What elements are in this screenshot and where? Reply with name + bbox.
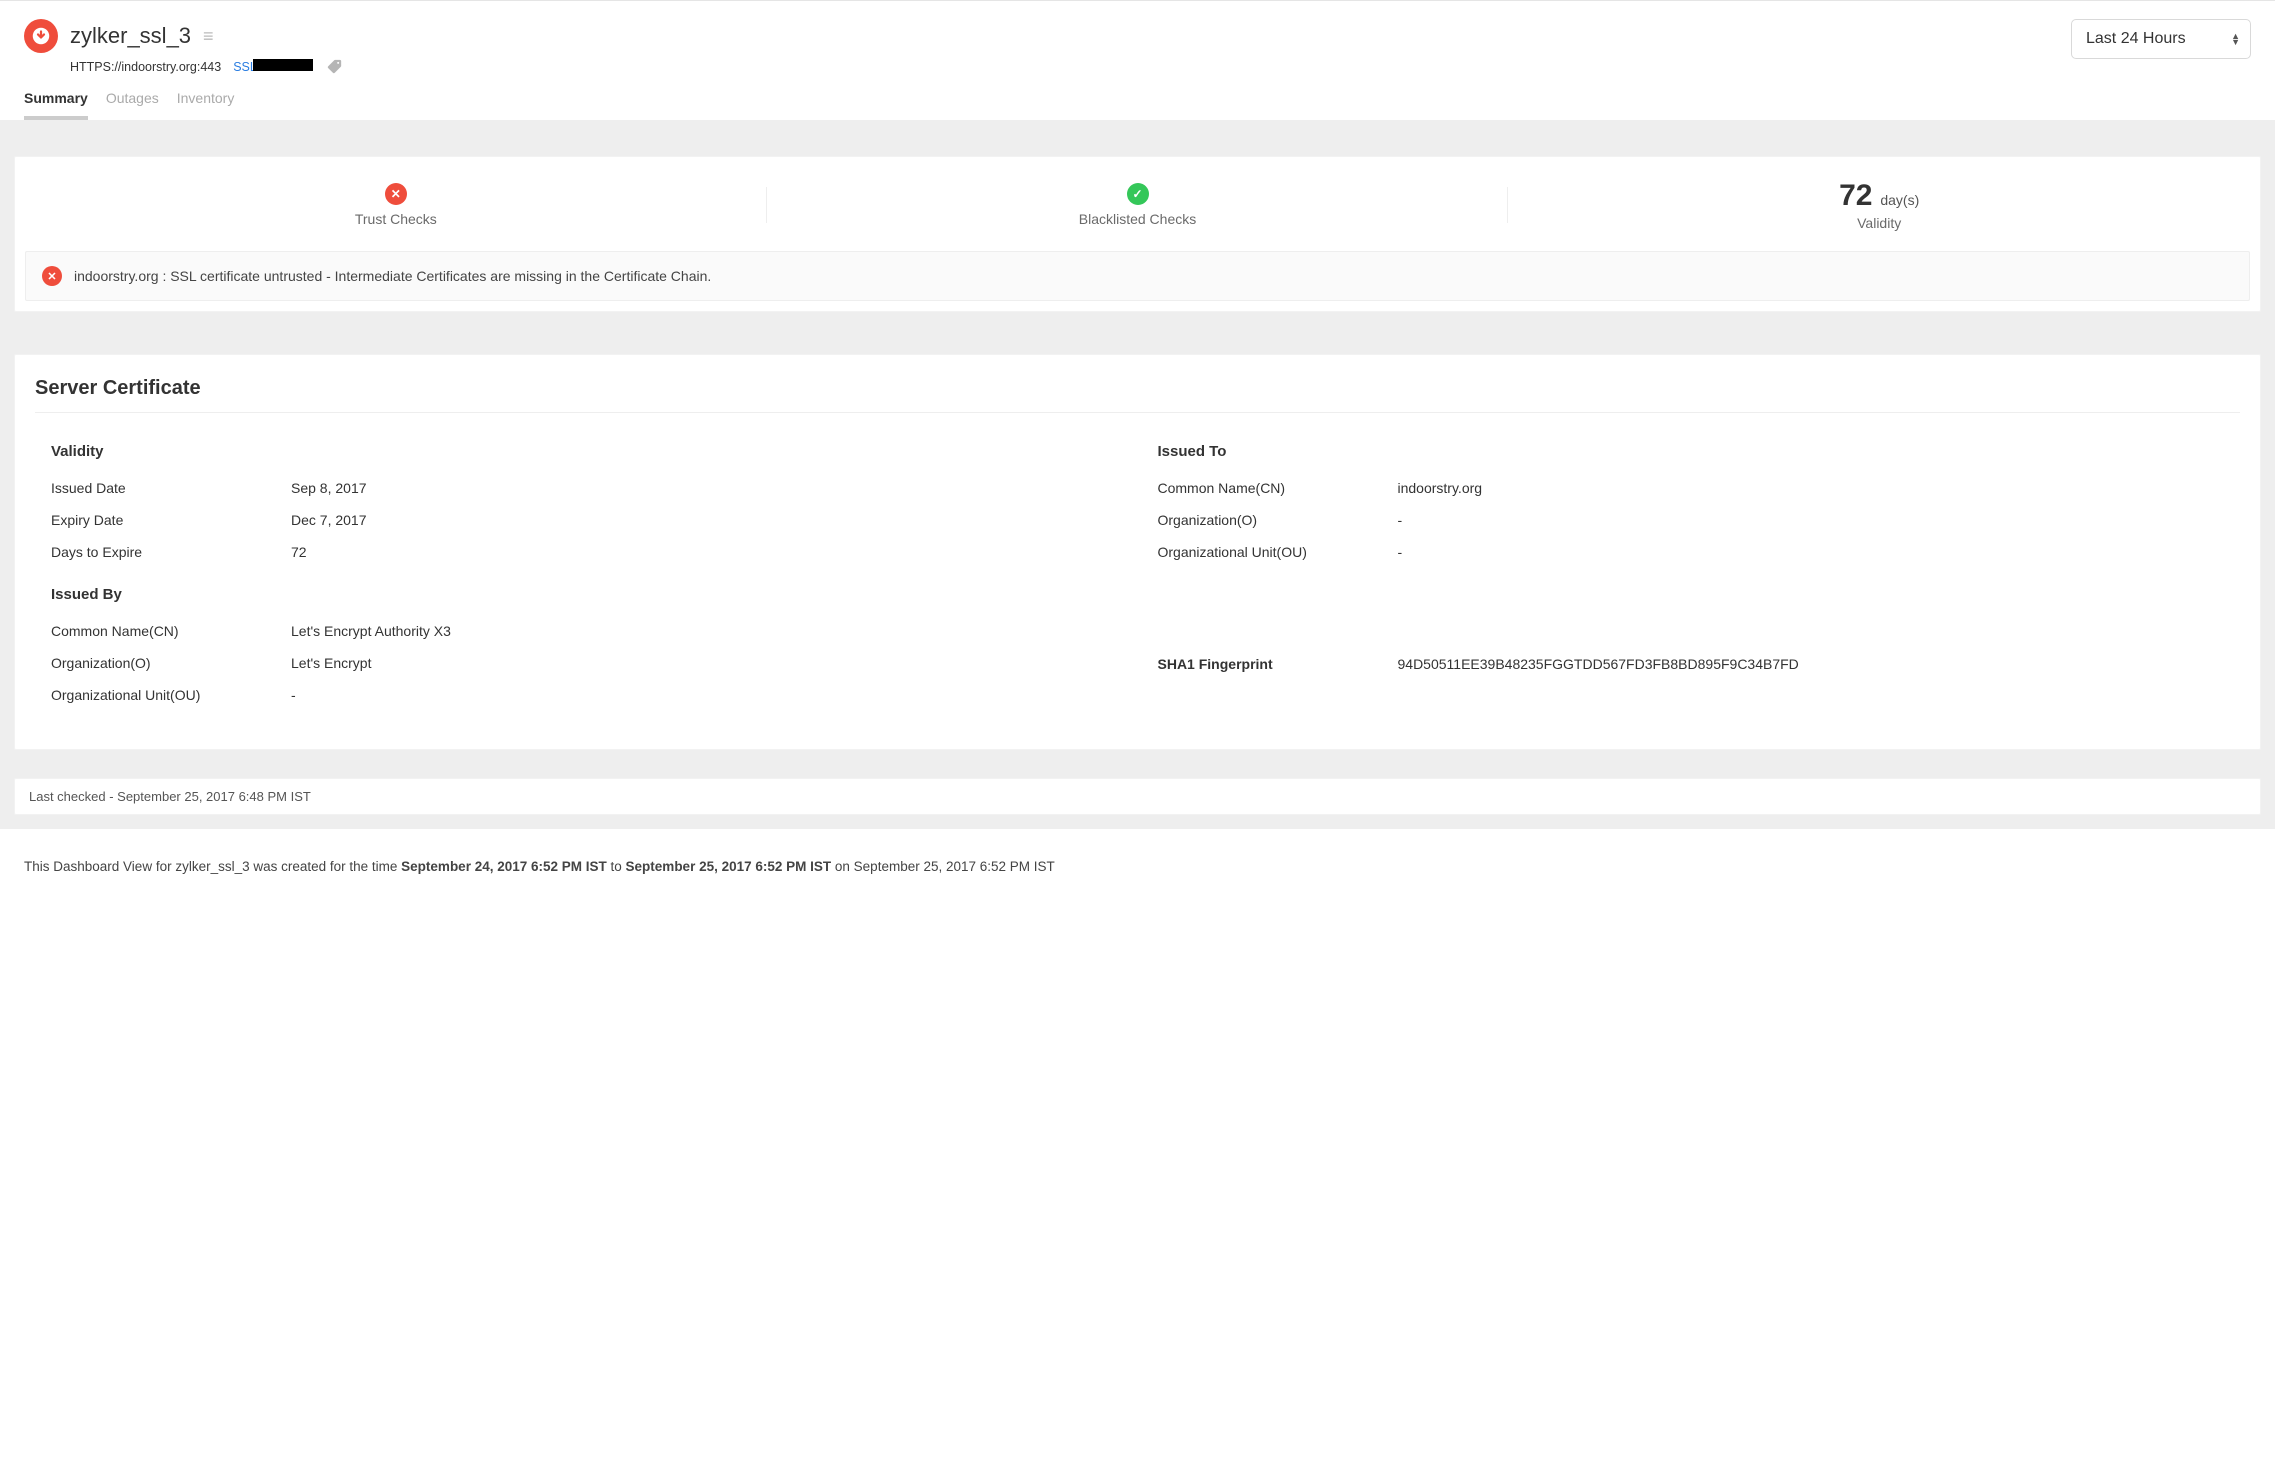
issued-to-o-row: Organization(O)- — [1158, 512, 2225, 528]
tab-outages[interactable]: Outages — [106, 90, 159, 120]
expiry-date-row: Expiry DateDec 7, 2017 — [51, 512, 1118, 528]
sha1-row: SHA1 Fingerprint94D50511EE39B48235FGGTDD… — [1158, 656, 2225, 672]
server-certificate-title: Server Certificate — [35, 377, 2240, 413]
blacklisted-checks-block: ✓ Blacklisted Checks — [767, 183, 1509, 227]
issued-to-cn-row: Common Name(CN)indoorstry.org — [1158, 480, 2225, 496]
tag-icon[interactable] — [323, 59, 342, 75]
checks-card: ✕ Trust Checks ✓ Blacklisted Checks 72 d… — [14, 156, 2261, 312]
server-certificate-card: Server Certificate Validity Issued DateS… — [14, 354, 2261, 750]
footer-note: This Dashboard View for zylker_ssl_3 was… — [0, 829, 2275, 894]
validity-unit: day(s) — [1880, 192, 1919, 208]
issued-by-o-row: Organization(O)Let's Encrypt — [51, 655, 1118, 671]
status-down-icon — [24, 19, 58, 53]
issued-by-cn-row: Common Name(CN)Let's Encrypt Authority X… — [51, 623, 1118, 639]
alert-fail-icon: ✕ — [42, 266, 62, 286]
time-range-value: Last 24 Hours — [2086, 30, 2186, 47]
issued-to-title: Issued To — [1158, 443, 2225, 460]
validity-value: 72 — [1839, 179, 1872, 212]
alert-text: indoorstry.org : SSL certificate untrust… — [74, 268, 711, 284]
select-arrows-icon: ▲▼ — [2231, 33, 2240, 45]
issued-by-title: Issued By — [51, 586, 1118, 603]
days-to-expire-row: Days to Expire72 — [51, 544, 1118, 560]
issued-date-row: Issued DateSep 8, 2017 — [51, 480, 1118, 496]
last-checked-text: Last checked - September 25, 2017 6:48 P… — [29, 789, 311, 804]
menu-icon[interactable]: ≡ — [203, 27, 213, 45]
page-title: zylker_ssl_3 — [70, 23, 191, 49]
last-checked-card: Last checked - September 25, 2017 6:48 P… — [14, 778, 2261, 815]
trust-checks-block: ✕ Trust Checks — [25, 183, 767, 227]
validity-label: Validity — [1508, 215, 2250, 231]
monitor-url: HTTPS://indoorstry.org:443 — [70, 60, 221, 74]
ssl-certificate-link[interactable]: SSL — [233, 59, 313, 74]
tab-inventory[interactable]: Inventory — [177, 90, 235, 120]
validity-block: 72 day(s) Validity — [1508, 179, 2250, 231]
fail-icon: ✕ — [385, 183, 407, 205]
ok-icon: ✓ — [1127, 183, 1149, 205]
alert-row: ✕ indoorstry.org : SSL certificate untru… — [25, 251, 2250, 301]
validity-section-title: Validity — [51, 443, 1118, 460]
tab-summary[interactable]: Summary — [24, 90, 88, 120]
issued-to-ou-row: Organizational Unit(OU)- — [1158, 544, 2225, 560]
issued-by-ou-row: Organizational Unit(OU)- — [51, 687, 1118, 703]
time-range-select[interactable]: Last 24 Hours ▲▼ — [2071, 19, 2251, 59]
trust-checks-label: Trust Checks — [25, 211, 767, 227]
blacklisted-checks-label: Blacklisted Checks — [767, 211, 1509, 227]
